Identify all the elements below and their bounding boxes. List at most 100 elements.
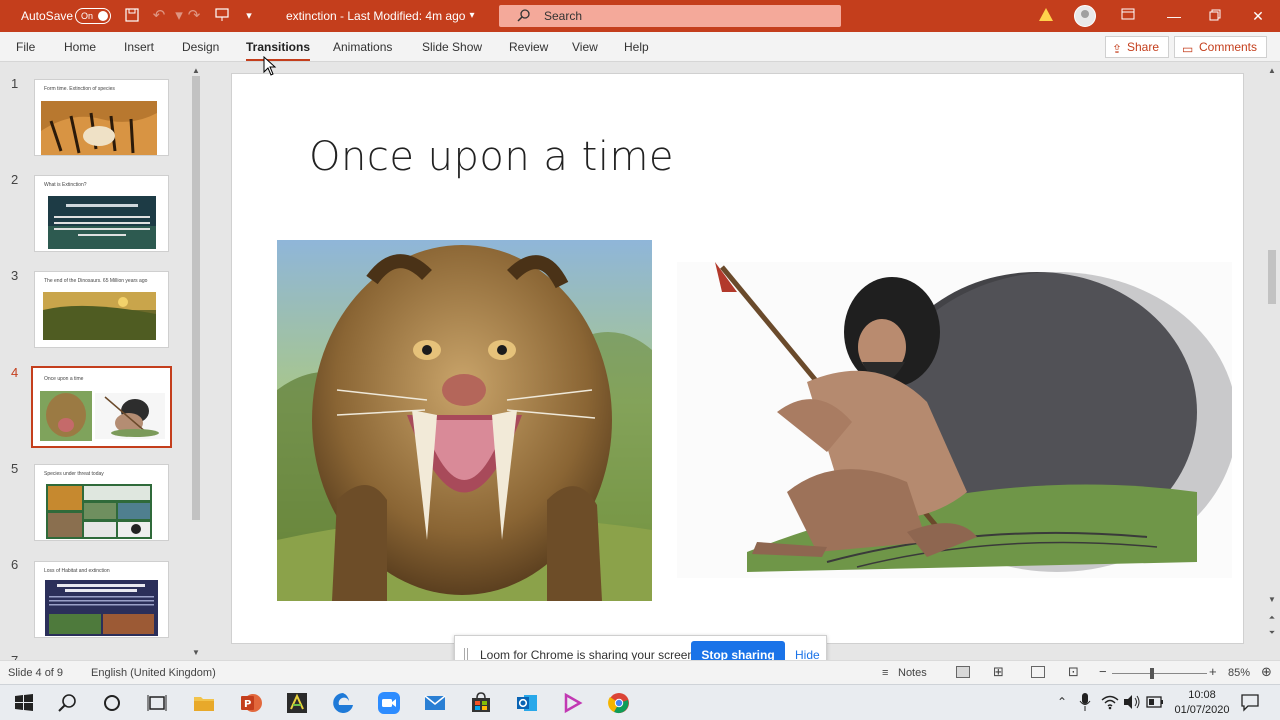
previous-slide-icon[interactable]: ⏶ [1266, 613, 1278, 623]
mouse-cursor-icon [263, 56, 277, 76]
file-explorer-icon[interactable] [192, 691, 216, 715]
microphone-icon[interactable] [1078, 692, 1092, 712]
habitat-loss-image [45, 580, 158, 636]
tab-file[interactable]: File [16, 40, 35, 54]
notes-icon[interactable]: ≡ [882, 667, 888, 679]
windows-taskbar: P ⌃ 10:08 01/07/2020 [0, 684, 1280, 720]
chrome-icon[interactable] [607, 691, 631, 715]
document-name[interactable]: extinction - Last Modified: 4m ago [286, 9, 465, 23]
present-icon[interactable] [213, 7, 231, 25]
slideshow-view-icon[interactable]: ⊡ [1068, 664, 1079, 680]
zoom-in-icon[interactable]: + [1209, 664, 1217, 679]
slide-thumbnail-5[interactable]: Species under threat today [34, 464, 169, 541]
thumbnail-number: 3 [11, 268, 19, 283]
zoom-slider-handle[interactable] [1150, 668, 1154, 679]
thumbnail-title: Once upon a time [44, 376, 84, 382]
ribbon-tabs: File Home Insert Design Transitions Anim… [0, 32, 1280, 62]
slide-thumbnail-6[interactable]: Loss of Habitat and extinction [34, 561, 169, 638]
slide-sorter-icon[interactable]: ⊞ [993, 664, 1004, 680]
slide-thumbnail-pane: 1 Form time. Extinction of species 2 Wha… [0, 62, 206, 660]
search-icon[interactable] [56, 691, 80, 715]
save-icon[interactable] [123, 7, 141, 25]
chevron-down-icon[interactable]: ▾ [463, 7, 481, 25]
search-icon [517, 9, 530, 22]
slide-thumbnail-1[interactable]: Form time. Extinction of species [34, 79, 169, 156]
share-label: Share [1127, 40, 1160, 54]
scroll-up-icon[interactable]: ▲ [190, 66, 202, 75]
slide-thumbnail-4[interactable]: Once upon a time [31, 366, 172, 448]
scroll-thumb[interactable] [1268, 250, 1276, 304]
scroll-down-icon[interactable]: ▼ [190, 648, 202, 657]
show-hidden-icons-icon[interactable]: ⌃ [1057, 695, 1067, 709]
volume-icon[interactable] [1123, 694, 1141, 710]
slide-title[interactable]: Once upon a time [309, 134, 674, 180]
scroll-up-icon[interactable]: ▲ [1266, 66, 1278, 75]
zoom-app-icon[interactable] [377, 691, 401, 715]
thumbnail-title: The end of the Dinosaurs. 65 Million yea… [44, 278, 148, 284]
comment-icon: ▭ [1182, 42, 1194, 56]
tab-help[interactable]: Help [624, 40, 649, 54]
autosave-label: AutoSave [21, 9, 74, 23]
outlook-icon[interactable] [515, 691, 539, 715]
caveman-drawing-image[interactable] [677, 262, 1232, 578]
thumbnail-title: Species under threat today [44, 471, 104, 477]
windows-start-icon[interactable] [12, 691, 36, 715]
zoom-out-icon[interactable]: − [1099, 664, 1107, 679]
next-slide-icon[interactable]: ⏷ [1266, 628, 1278, 638]
slide-thumbnail-2[interactable]: What is Extinction? [34, 175, 169, 252]
ribbon-display-icon[interactable] [1120, 7, 1136, 25]
minimize-icon[interactable]: — [1166, 7, 1182, 25]
slide-scrollbar[interactable]: ▲ ▼ ⏶ ⏷ [1264, 62, 1280, 660]
tab-insert[interactable]: Insert [124, 40, 154, 54]
thumbnail-scrollbar[interactable]: ▲ ▼ [189, 62, 203, 660]
powerpoint-icon[interactable]: P [239, 691, 263, 715]
slide-canvas[interactable]: Once upon a time [231, 73, 1244, 644]
title-bar: AutoSave On ↶ ▾ ↷ ▾ extinction - Last Mo… [0, 0, 1280, 32]
thumbnail-number-partial: 7 [11, 653, 18, 660]
reading-view-icon[interactable] [1031, 666, 1045, 678]
notification-center-icon[interactable] [1240, 692, 1260, 712]
sabertooth-tiger-image[interactable] [277, 240, 652, 601]
tab-review[interactable]: Review [509, 40, 548, 54]
slide-thumbnail-3[interactable]: The end of the Dinosaurs. 65 Million yea… [34, 271, 169, 348]
edge-browser-icon[interactable] [331, 691, 355, 715]
sabertooth-thumbnail-image [40, 391, 92, 441]
zoom-level[interactable]: 85% [1228, 667, 1250, 679]
notes-button[interactable]: Notes [898, 667, 927, 679]
share-button[interactable]: ⇪ Share [1105, 36, 1169, 58]
status-bar: Slide 4 of 9 English (United Kingdom) ≡ … [0, 660, 1280, 684]
scroll-thumb[interactable] [192, 76, 200, 520]
normal-view-icon[interactable] [956, 666, 970, 678]
wifi-icon[interactable] [1101, 694, 1119, 710]
close-icon[interactable]: ✕ [1250, 7, 1266, 25]
stream-app-icon[interactable] [561, 691, 585, 715]
warning-icon[interactable] [1039, 8, 1053, 21]
autosave-toggle[interactable]: On [75, 8, 111, 24]
tab-transitions[interactable]: Transitions [246, 40, 311, 61]
system-clock[interactable]: 10:08 01/07/2020 [1172, 688, 1232, 718]
store-icon[interactable] [469, 691, 493, 715]
tab-home[interactable]: Home [64, 40, 96, 54]
scroll-down-icon[interactable]: ▼ [1266, 595, 1278, 604]
ebook-app-icon[interactable] [285, 691, 309, 715]
slide-counter: Slide 4 of 9 [8, 667, 64, 679]
tab-slide-show[interactable]: Slide Show [422, 40, 482, 54]
zoom-slider[interactable] [1112, 673, 1207, 674]
tab-animations[interactable]: Animations [333, 40, 392, 54]
cortana-icon[interactable] [100, 691, 124, 715]
comments-button[interactable]: ▭ Comments [1174, 36, 1267, 58]
avatar[interactable] [1074, 5, 1096, 27]
search-box[interactable]: Search [499, 5, 841, 27]
battery-icon[interactable] [1146, 695, 1164, 709]
language-indicator[interactable]: English (United Kingdom) [91, 667, 216, 679]
tab-design[interactable]: Design [182, 40, 219, 54]
fit-to-window-icon[interactable]: ⊕ [1261, 664, 1272, 680]
customize-toolbar-icon[interactable]: ▾ [240, 7, 258, 25]
mail-icon[interactable] [423, 691, 447, 715]
task-view-icon[interactable] [145, 691, 169, 715]
redo-icon[interactable]: ↷ [185, 7, 203, 25]
undo-icon[interactable]: ↶ [150, 7, 168, 25]
tab-view[interactable]: View [572, 40, 598, 54]
thumbnail-number: 4 [11, 365, 19, 380]
restore-icon[interactable] [1207, 7, 1223, 25]
